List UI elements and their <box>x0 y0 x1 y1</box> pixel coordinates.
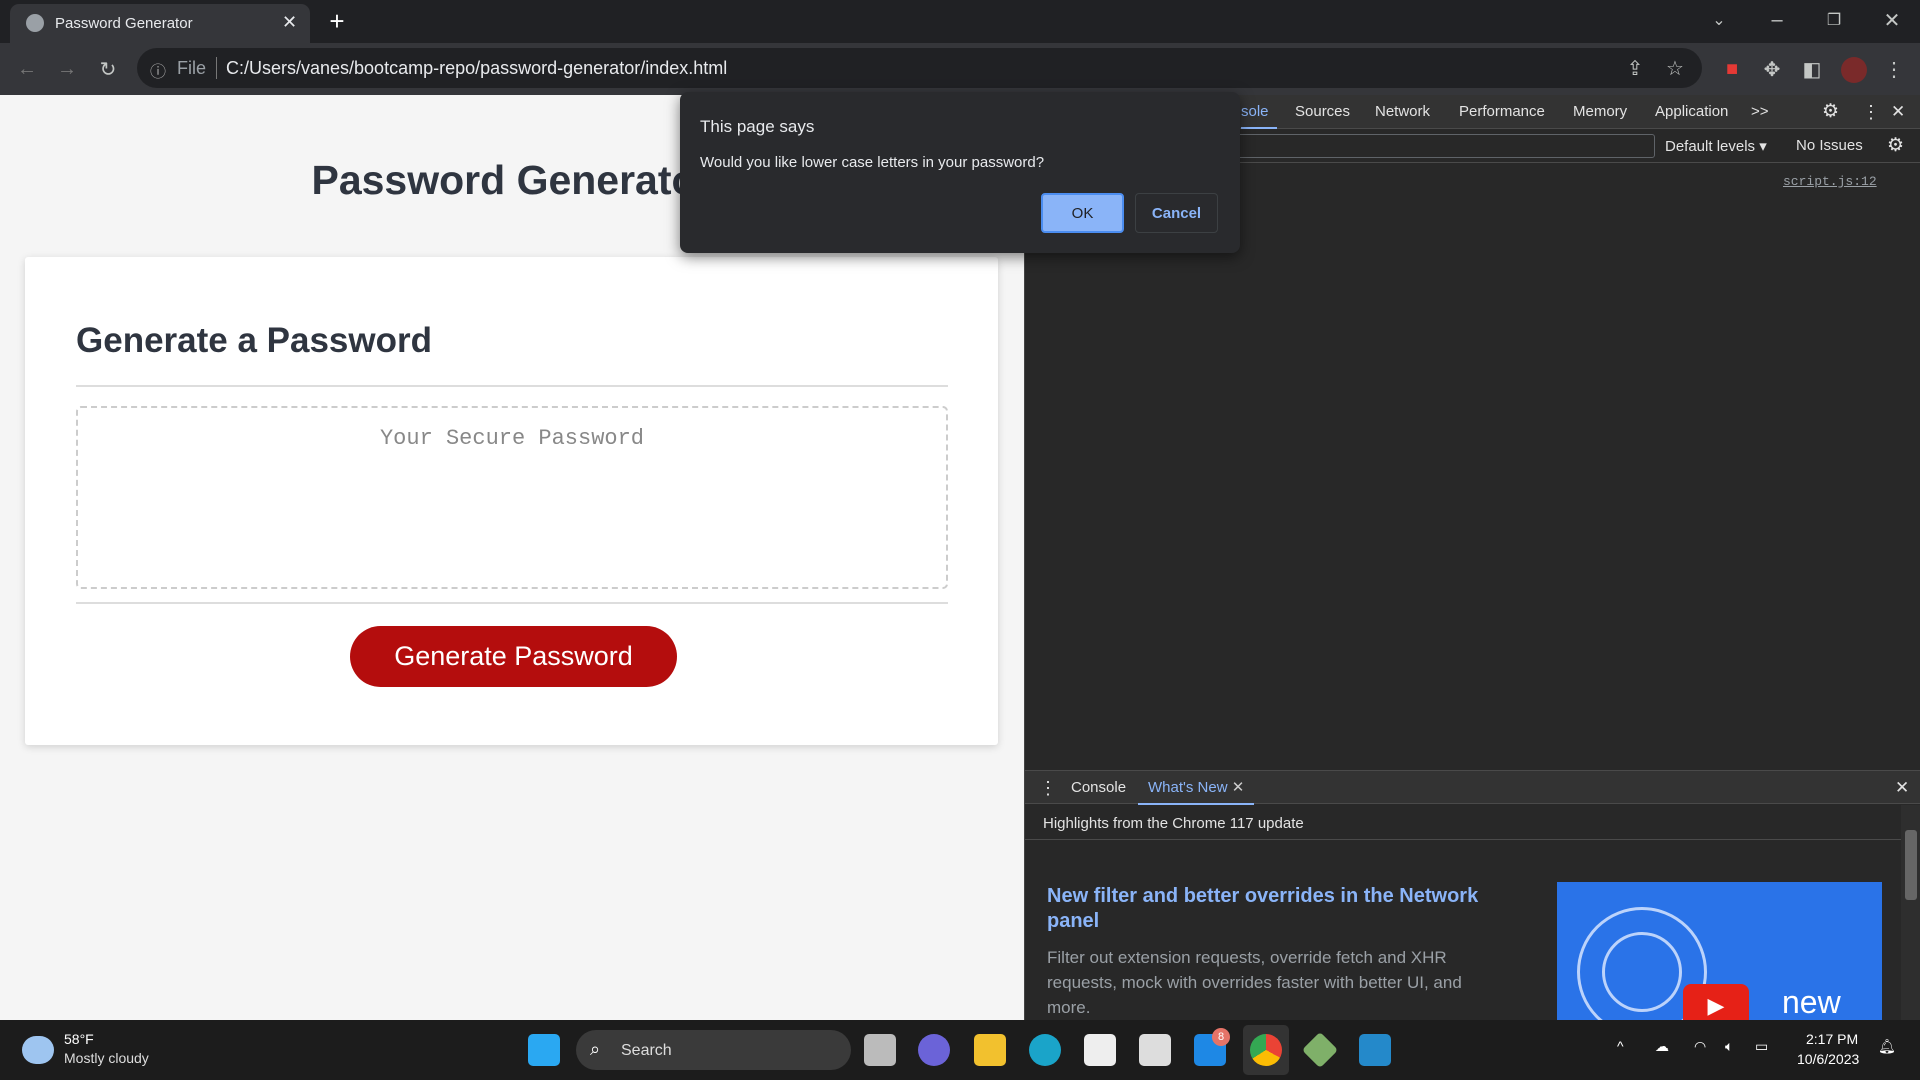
console-settings-icon[interactable]: ⚙ <box>1887 134 1904 157</box>
restore-button[interactable]: ❐ <box>1818 4 1850 36</box>
close-window-button[interactable]: ✕ <box>1876 4 1908 36</box>
tab-memory[interactable]: Memory <box>1573 95 1627 129</box>
extensions-icon[interactable]: ✥ <box>1756 53 1788 85</box>
close-devtools-icon[interactable]: ✕ <box>1891 95 1905 129</box>
chrome-icon <box>1250 1034 1282 1066</box>
video-thumbnail[interactable]: ▶ new <box>1557 882 1882 1025</box>
devtools-menu-icon[interactable]: ⋮ <box>1862 95 1880 129</box>
ok-button[interactable]: OK <box>1041 193 1124 233</box>
drawer-tab-console[interactable]: Console <box>1071 771 1126 805</box>
wifi-icon[interactable]: ◠ <box>1694 1038 1706 1055</box>
log-levels-label: Default levels <box>1665 138 1756 155</box>
log-levels-dropdown[interactable]: Default levels ▾ <box>1665 137 1767 155</box>
drawer-menu-icon[interactable]: ⋮ <box>1039 771 1057 805</box>
bookmark-star-icon[interactable]: ☆ <box>1659 52 1691 84</box>
forward-icon[interactable]: → <box>51 53 83 85</box>
cancel-button[interactable]: Cancel <box>1135 193 1218 233</box>
log-source-link[interactable]: script.js:12 <box>1783 174 1877 189</box>
drawer-tab-label: What's New <box>1148 779 1228 796</box>
weather-cloud-icon <box>22 1036 54 1064</box>
clock-date[interactable]: 10/6/2023 <box>1797 1051 1859 1067</box>
tab-network[interactable]: Network <box>1375 95 1430 129</box>
git-icon[interactable] <box>1301 1031 1339 1069</box>
task-view-icon[interactable] <box>864 1034 896 1066</box>
battery-icon[interactable]: ▭ <box>1755 1038 1768 1055</box>
vscode-icon[interactable] <box>1359 1034 1391 1066</box>
whats-new-header: Highlights from the Chrome 117 update <box>1043 815 1304 832</box>
extension-record-icon[interactable]: ■ <box>1716 53 1748 85</box>
search-label: Search <box>621 1042 672 1059</box>
reload-icon[interactable]: ↻ <box>92 53 124 85</box>
edge-icon[interactable] <box>1029 1034 1061 1066</box>
card-title: Generate a Password <box>76 321 432 360</box>
generate-password-button[interactable]: Generate Password <box>350 626 677 687</box>
drawer-tabs: ⋮ Console What's New ✕ ✕ <box>1025 770 1920 805</box>
search-icon: ⌕ <box>590 1039 601 1059</box>
scrollbar[interactable] <box>1901 805 1920 1020</box>
dialog-title: This page says <box>700 117 815 136</box>
chat-icon[interactable] <box>918 1034 950 1066</box>
address-bar[interactable]: ⓘ File C:/Users/vanes/bootcamp-repo/pass… <box>137 48 1702 88</box>
close-tab-icon[interactable]: ✕ <box>282 12 297 33</box>
new-tab-button[interactable]: + <box>321 5 353 37</box>
devtools-drawer: ⋮ Console What's New ✕ ✕ Highlights from… <box>1025 770 1920 1025</box>
temperature[interactable]: 58°F <box>64 1031 94 1047</box>
profile-avatar[interactable] <box>1841 57 1867 83</box>
clock-time[interactable]: 2:17 PM <box>1806 1031 1858 1047</box>
url-scheme: File <box>177 58 207 78</box>
browser-tab[interactable]: Password Generator ✕ <box>10 4 310 43</box>
play-icon: ▶ <box>1683 984 1749 1025</box>
store-icon[interactable] <box>1084 1034 1116 1066</box>
taskbar: 58°F Mostly cloudy ⌕ Search 8 ^ ☁ ◠ 🔈︎ ▭… <box>0 1020 1920 1080</box>
divider <box>76 602 948 604</box>
file-explorer-icon[interactable] <box>974 1034 1006 1066</box>
video-label: new <box>1782 984 1841 1020</box>
drawer-tab-whats-new[interactable]: What's New ✕ <box>1138 771 1254 805</box>
minimize-button[interactable]: – <box>1761 4 1793 36</box>
tab-performance[interactable]: Performance <box>1459 95 1545 129</box>
back-icon[interactable]: ← <box>11 53 43 85</box>
show-hidden-icons[interactable]: ^ <box>1617 1038 1624 1054</box>
mail-badge: 8 <box>1212 1028 1230 1046</box>
article-body: Filter out extension requests, override … <box>1047 948 1462 1017</box>
url-text: C:/Users/vanes/bootcamp-repo/password-ge… <box>226 58 728 78</box>
tab-application[interactable]: Application <box>1655 95 1728 129</box>
tab-title: Password Generator <box>55 15 193 32</box>
taskbar-search[interactable]: ⌕ Search <box>576 1030 851 1070</box>
browser-toolbar: ← → ↻ ⓘ File C:/Users/vanes/bootcamp-rep… <box>0 43 1920 95</box>
side-panel-icon[interactable]: ◧ <box>1796 53 1828 85</box>
tab-sources[interactable]: Sources <box>1295 95 1350 129</box>
alert-dialog: This page says Would you like lower case… <box>680 92 1240 253</box>
tab-search-icon[interactable]: ⌄ <box>1703 4 1735 36</box>
chrome-taskbar-item[interactable] <box>1243 1025 1289 1075</box>
notifications-icon[interactable]: 🔔︎ <box>1878 1038 1896 1055</box>
password-textarea[interactable]: Your Secure Password <box>76 406 948 589</box>
close-drawer-icon[interactable]: ✕ <box>1895 771 1909 805</box>
more-tabs-button[interactable]: >> <box>1751 95 1769 129</box>
tab-console[interactable]: sole <box>1241 95 1277 129</box>
article-title-link[interactable]: New filter and better overrides in the N… <box>1047 884 1507 934</box>
weather-condition[interactable]: Mostly cloudy <box>64 1050 149 1066</box>
onedrive-icon[interactable]: ☁ <box>1655 1038 1669 1055</box>
password-card: Generate a Password Your Secure Password… <box>25 257 998 745</box>
volume-icon[interactable]: 🔈︎ <box>1725 1038 1733 1055</box>
dialog-message: Would you like lower case letters in you… <box>700 154 1045 171</box>
amazon-icon[interactable] <box>1139 1034 1171 1066</box>
globe-icon <box>26 14 44 32</box>
divider <box>76 385 948 387</box>
issues-counter[interactable]: No Issues <box>1796 137 1863 154</box>
share-icon[interactable]: ⇪ <box>1619 52 1651 84</box>
close-tab-icon[interactable]: ✕ <box>1232 779 1245 796</box>
menu-icon[interactable]: ⋮ <box>1878 53 1910 85</box>
settings-gear-icon[interactable]: ⚙ <box>1822 95 1839 129</box>
windows-start-icon[interactable] <box>528 1034 560 1066</box>
info-icon: ⓘ <box>150 64 167 81</box>
tab-bar: Password Generator ✕ + ⌄ – ❐ ✕ <box>0 0 1920 43</box>
